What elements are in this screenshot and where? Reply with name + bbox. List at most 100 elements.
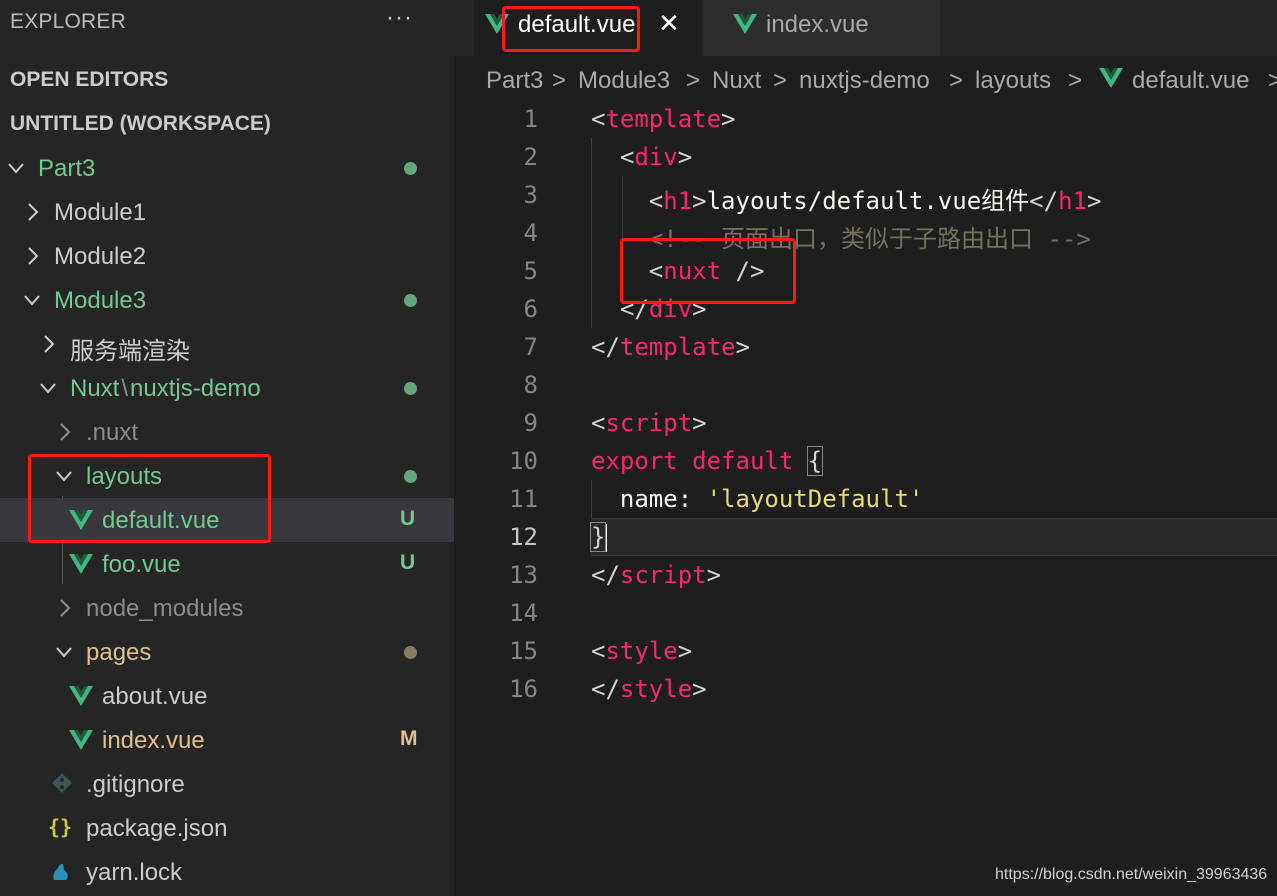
code-line: name: 'layoutDefault' [619, 485, 924, 513]
tree-file-about-vue[interactable]: about.vue [0, 674, 454, 718]
vue-file-icon [732, 12, 758, 36]
explorer-title: EXPLORER [10, 10, 126, 33]
breadcrumb-item[interactable]: Module3 [578, 67, 670, 95]
current-line-highlight [591, 518, 1277, 556]
breadcrumb-item[interactable]: Nuxt [712, 67, 761, 95]
tree-label: 服务端渲染 [70, 338, 190, 365]
code-line: </script> [591, 561, 722, 589]
tree-file-yarn-lock[interactable]: yarn.lock [0, 850, 454, 894]
watermark: https://blog.csdn.net/weixin_39963436 [995, 866, 1268, 883]
line-number: 4 [523, 219, 538, 247]
chevron-down-icon [22, 288, 42, 312]
chevron-right-icon [22, 244, 42, 268]
tree-file-default-vue[interactable]: default.vue U [0, 498, 454, 542]
line-number: 15 [509, 637, 538, 665]
close-icon[interactable]: ✕ [658, 8, 680, 39]
breadcrumb-separator: > [1068, 67, 1083, 94]
git-file-icon [50, 772, 76, 796]
tree-folder-part3[interactable]: Part3 [0, 146, 454, 190]
code-line: <h1>layouts/default.vue组件</h1> [648, 187, 1102, 215]
tab-index-vue[interactable]: index.vue [704, 0, 940, 56]
tree-file-index-vue[interactable]: index.vue M [0, 718, 454, 762]
line-number: 7 [523, 333, 538, 361]
bracket-match: } [589, 522, 607, 552]
tag-name: template [619, 333, 736, 361]
line-number: 2 [523, 143, 538, 171]
chevron-down-icon [54, 464, 74, 488]
tree-folder-ssr[interactable]: 服务端渲染 [0, 322, 454, 366]
breadcrumb-separator: > [773, 67, 788, 94]
more-actions-icon[interactable]: ··· [386, 4, 413, 32]
git-badge: U [400, 551, 416, 574]
vue-file-icon [68, 508, 94, 532]
vue-file-icon [484, 12, 510, 36]
breadcrumb-item[interactable]: default.vue [1132, 67, 1249, 95]
code-comment: <!-- 页面出口，类似于子路由出口 --> [648, 225, 1091, 253]
git-status-dot [404, 470, 417, 483]
tree-folder-node-modules[interactable]: node_modules [0, 586, 454, 630]
tree-file-foo-vue[interactable]: foo.vue U [0, 542, 454, 586]
line-number: 9 [523, 409, 538, 437]
chevron-right-icon [38, 332, 58, 356]
code-line: <div> [619, 143, 693, 171]
line-number: 8 [523, 371, 538, 399]
tree-label: Module3 [54, 287, 147, 314]
bracket-match: { [806, 446, 824, 476]
code-line: } [589, 522, 608, 552]
workspace-section[interactable]: UNTITLED (WORKSPACE) [10, 112, 271, 136]
tree-label-part: Nuxt [70, 375, 120, 402]
tab-default-vue[interactable]: default.vue ✕ [474, 0, 702, 56]
chevron-down-icon [6, 156, 26, 180]
code-line: <nuxt /> [648, 257, 765, 285]
tree-folder-pages[interactable]: pages [0, 630, 454, 674]
tree-folder-module1[interactable]: Module1 [0, 190, 454, 234]
tag-name: template [605, 105, 722, 133]
breadcrumb-separator: > [552, 67, 567, 94]
tree-folder-dotnuxt[interactable]: .nuxt [0, 410, 454, 454]
tree-folder-layouts[interactable]: layouts [0, 454, 454, 498]
tree-file-gitignore[interactable]: .gitignore [0, 762, 454, 806]
tree-label: pages [86, 639, 152, 666]
code-line: <!-- 页面出口，类似于子路由出口 --> [591, 219, 1091, 254]
git-badge: M [400, 727, 418, 750]
vue-file-icon [68, 684, 94, 708]
line-number: 6 [523, 295, 538, 323]
tree-file-package-json[interactable]: {} package.json [0, 806, 454, 850]
tree-label: default.vue [102, 507, 220, 534]
breadcrumb-item[interactable]: nuxtjs-demo [799, 67, 930, 95]
property-name: name [619, 485, 678, 513]
tree-label-part: nuxtjs-demo [130, 375, 261, 402]
breadcrumb-separator: > [1268, 67, 1277, 94]
open-editors-section[interactable]: OPEN EDITORS [10, 68, 168, 92]
tag-name: script [605, 409, 693, 437]
tree-label: Module1 [54, 199, 147, 226]
tree-folder-module2[interactable]: Module2 [0, 234, 454, 278]
tree-label: Part3 [38, 155, 96, 182]
line-number: 14 [509, 599, 538, 627]
tag-name: style [619, 675, 693, 703]
string-literal: 'layoutDefault' [706, 485, 924, 513]
code-editor[interactable]: 1 2 3 4 5 6 7 8 9 10 11 12 13 14 15 16 <… [454, 100, 1277, 896]
tree-folder-nuxtjs-demo[interactable]: Nuxt\nuxtjs-demo [0, 366, 454, 410]
keyword: default [692, 447, 794, 475]
tag-name: script [619, 561, 707, 589]
line-number: 11 [509, 485, 538, 513]
tree-label: Module2 [54, 243, 147, 270]
chevron-right-icon [54, 420, 74, 444]
yarn-file-icon [48, 860, 74, 884]
tree-folder-module3[interactable]: Module3 [0, 278, 454, 322]
git-badge: U [400, 507, 416, 530]
chevron-right-icon [54, 596, 74, 620]
breadcrumb-item[interactable]: Part3 [486, 67, 543, 95]
line-number: 5 [523, 257, 538, 285]
breadcrumb: Part3 > Module3 > Nuxt > nuxtjs-demo > l… [454, 56, 1277, 104]
tag-name: div [648, 295, 693, 323]
code-line: export default { [591, 446, 824, 476]
json-file-icon: {} [48, 815, 73, 839]
breadcrumb-separator: > [949, 67, 964, 94]
git-status-dot [404, 162, 417, 175]
breadcrumb-item[interactable]: layouts [975, 67, 1051, 95]
tree-label: .nuxt [86, 419, 139, 446]
explorer-sidebar: EXPLORER ··· OPEN EDITORS UNTITLED (WORK… [0, 0, 454, 896]
chevron-down-icon [54, 640, 74, 664]
